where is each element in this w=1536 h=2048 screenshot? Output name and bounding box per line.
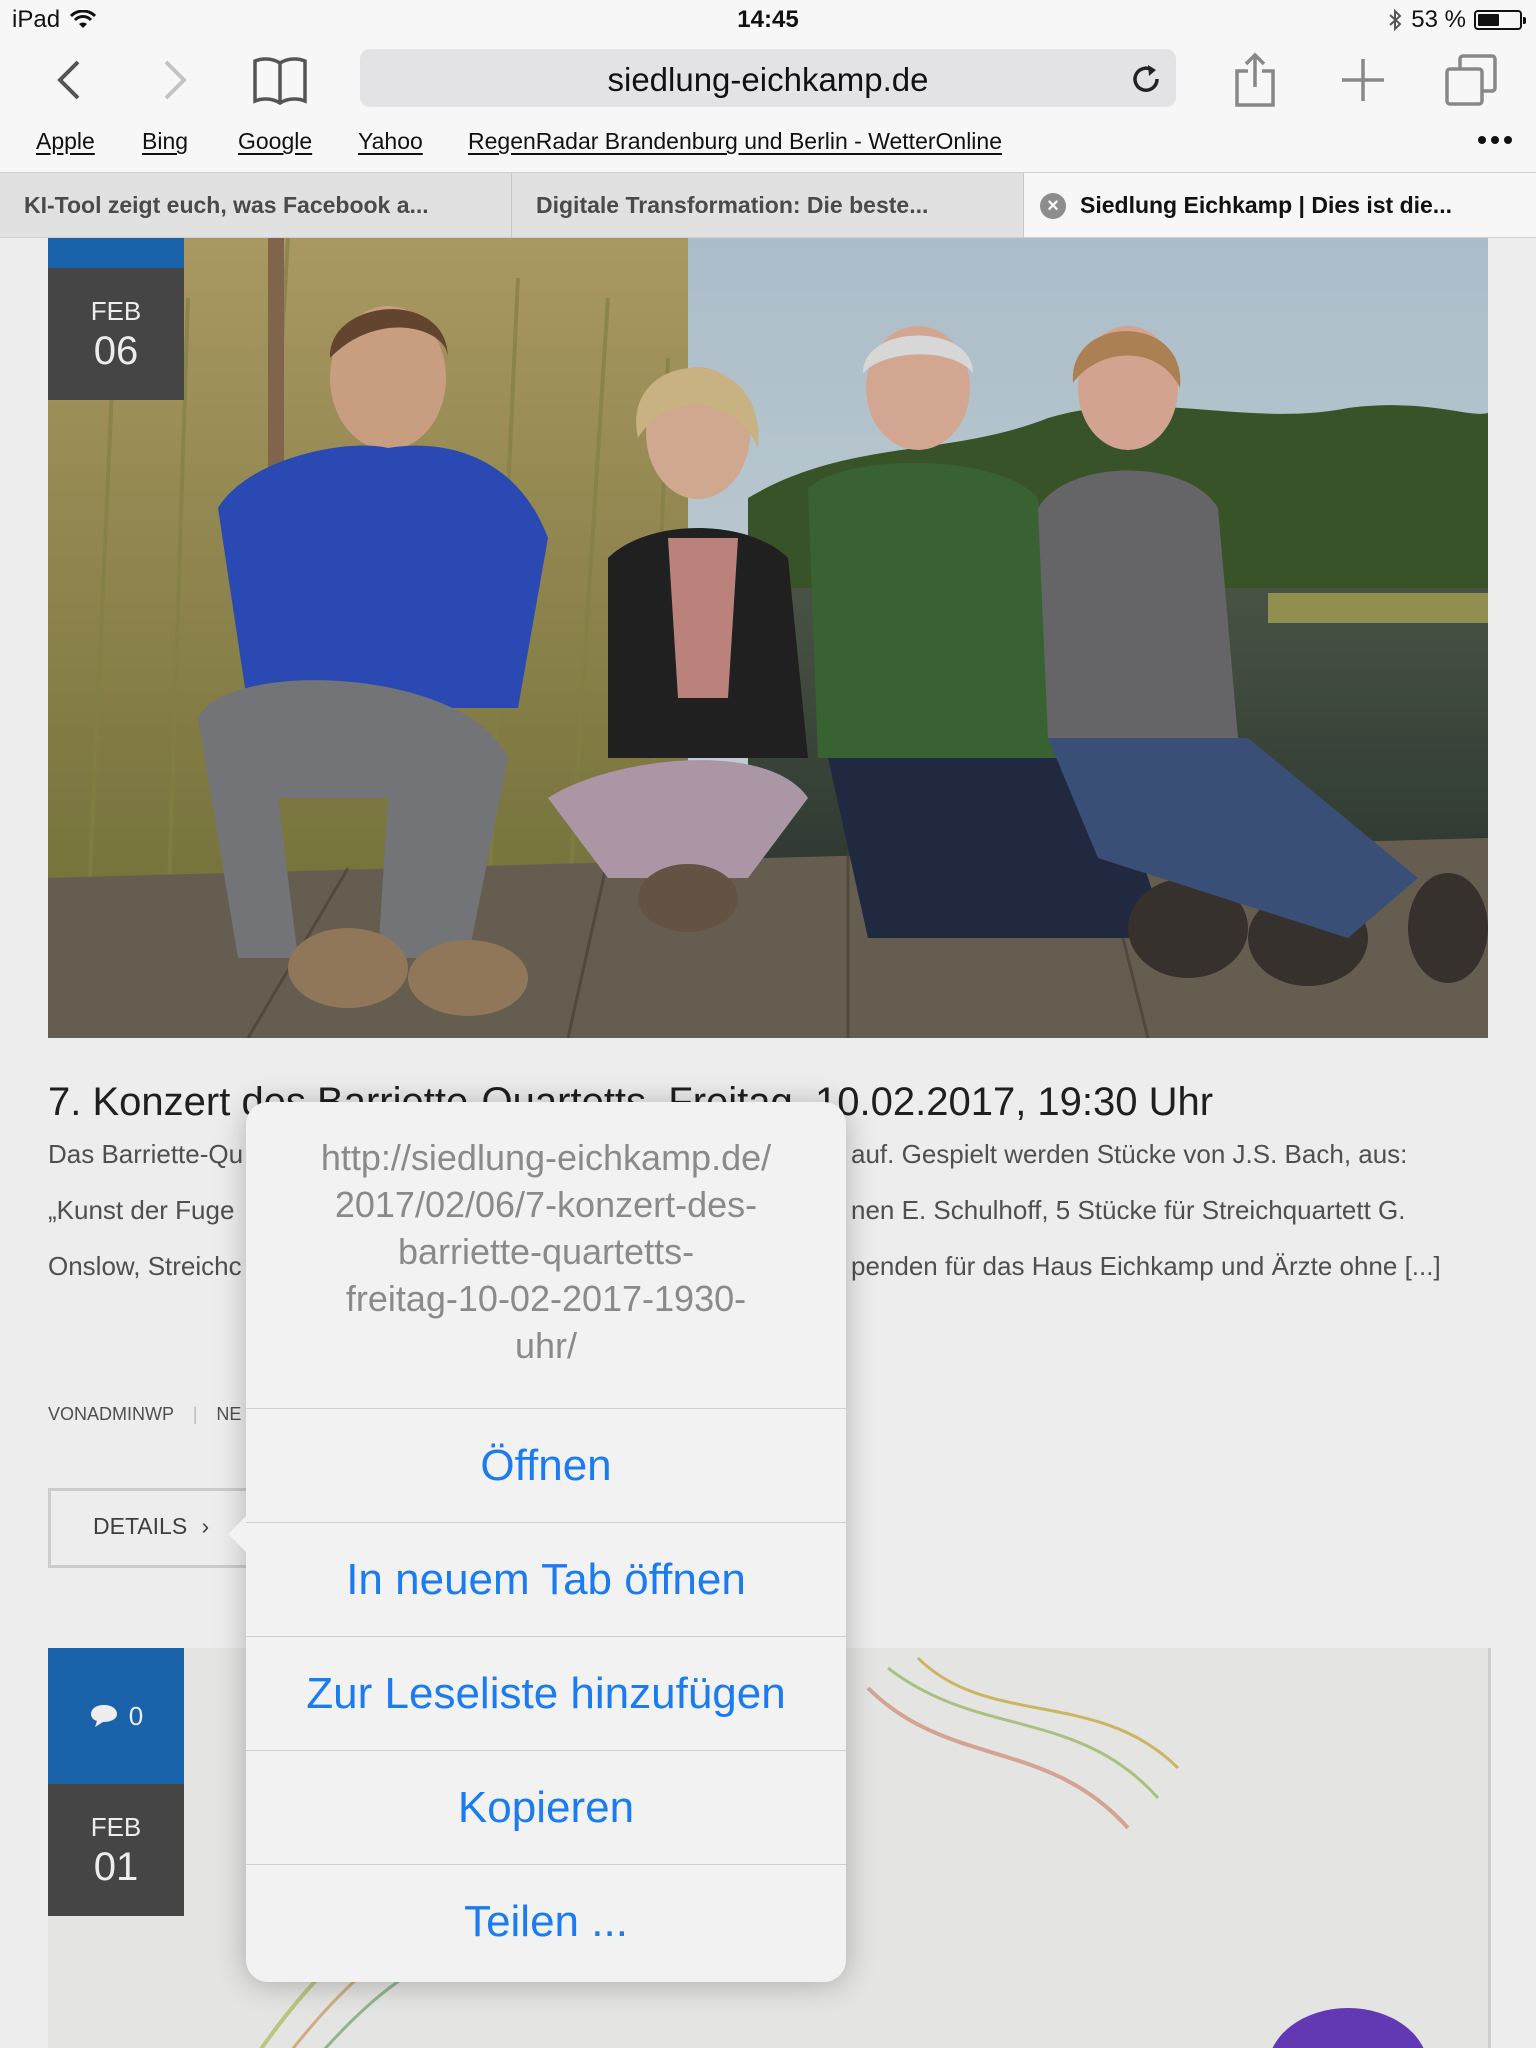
reload-icon[interactable] — [1126, 59, 1166, 99]
open-menu-item[interactable]: Öffnen — [246, 1408, 846, 1522]
status-right: 53 % — [1387, 6, 1526, 34]
link-context-menu: http://siedlung-eichkamp.de/ 2017/02/06/… — [228, 1102, 846, 1982]
link-url: http://siedlung-eichkamp.de/ 2017/02/06/… — [246, 1134, 846, 1369]
link-url-line: 2017/02/06/7-konzert-des- — [334, 1184, 758, 1225]
bookmark-apple[interactable]: Apple — [36, 128, 95, 155]
tabs-overview-button[interactable] — [1436, 48, 1506, 112]
link-url-line: freitag-10-02-2017-1930- — [345, 1278, 747, 1319]
browser-toolbar: siedlung-eichkamp.de — [0, 40, 1536, 120]
copy-menu-item[interactable]: Kopieren — [246, 1750, 846, 1864]
link-url-line: barriette-quartetts- — [397, 1231, 695, 1272]
popover-arrow — [228, 1514, 248, 1554]
close-tab-icon[interactable]: × — [1040, 193, 1066, 219]
bookmark-yahoo[interactable]: Yahoo — [358, 128, 423, 155]
add-to-reading-list-menu-item[interactable]: Zur Leseliste hinzufügen — [246, 1636, 846, 1750]
tabs-icon — [1445, 54, 1497, 106]
address-bar[interactable]: siedlung-eichkamp.de — [360, 49, 1176, 107]
tab-bar: KI-Tool zeigt euch, was Facebook a... Di… — [0, 172, 1536, 238]
forward-button[interactable] — [140, 48, 210, 112]
chevron-right-icon — [164, 60, 187, 100]
bookmarks-button[interactable] — [245, 48, 315, 112]
bookmark-google[interactable]: Google — [238, 128, 312, 155]
bookmark-bing[interactable]: Bing — [142, 128, 188, 155]
bookmark-regenradar[interactable]: RegenRadar Brandenburg und Berlin - Wett… — [468, 128, 1002, 155]
new-tab-button[interactable] — [1328, 48, 1398, 112]
status-bar: iPad 14:45 53 % — [0, 0, 1536, 40]
tab-ki-tool[interactable]: KI-Tool zeigt euch, was Facebook a... — [0, 173, 512, 237]
share-menu-item[interactable]: Teilen ... — [246, 1864, 846, 1978]
link-url-line: uhr/ — [514, 1325, 578, 1366]
favorites-bar: Apple Bing Google Yahoo RegenRadar Brand… — [0, 120, 1536, 172]
tab-title: KI-Tool zeigt euch, was Facebook a... — [24, 192, 429, 218]
tab-siedlung-eichkamp[interactable]: × Siedlung Eichkamp | Dies ist die... — [1024, 173, 1536, 237]
back-button[interactable] — [34, 48, 104, 112]
battery-icon — [1474, 10, 1526, 30]
chevron-left-icon — [57, 60, 80, 100]
battery-percent: 53 % — [1411, 6, 1466, 33]
battery-fill — [1478, 14, 1499, 26]
more-bookmarks-icon[interactable] — [1478, 136, 1512, 144]
link-url-line: http://siedlung-eichkamp.de/ — [320, 1137, 772, 1178]
book-icon — [253, 57, 307, 105]
share-icon — [1235, 52, 1275, 107]
plus-icon — [1342, 59, 1384, 101]
tab-title: Siedlung Eichkamp | Dies ist die... — [1080, 192, 1452, 218]
url-text: siedlung-eichkamp.de — [607, 61, 929, 98]
tab-title: Digitale Transformation: Die beste... — [536, 192, 929, 218]
tab-digitale-transformation[interactable]: Digitale Transformation: Die beste... — [512, 173, 1024, 237]
open-in-new-tab-menu-item[interactable]: In neuem Tab öffnen — [246, 1522, 846, 1636]
clock: 14:45 — [737, 6, 799, 33]
bluetooth-icon — [1389, 8, 1402, 32]
share-button[interactable] — [1220, 48, 1290, 112]
